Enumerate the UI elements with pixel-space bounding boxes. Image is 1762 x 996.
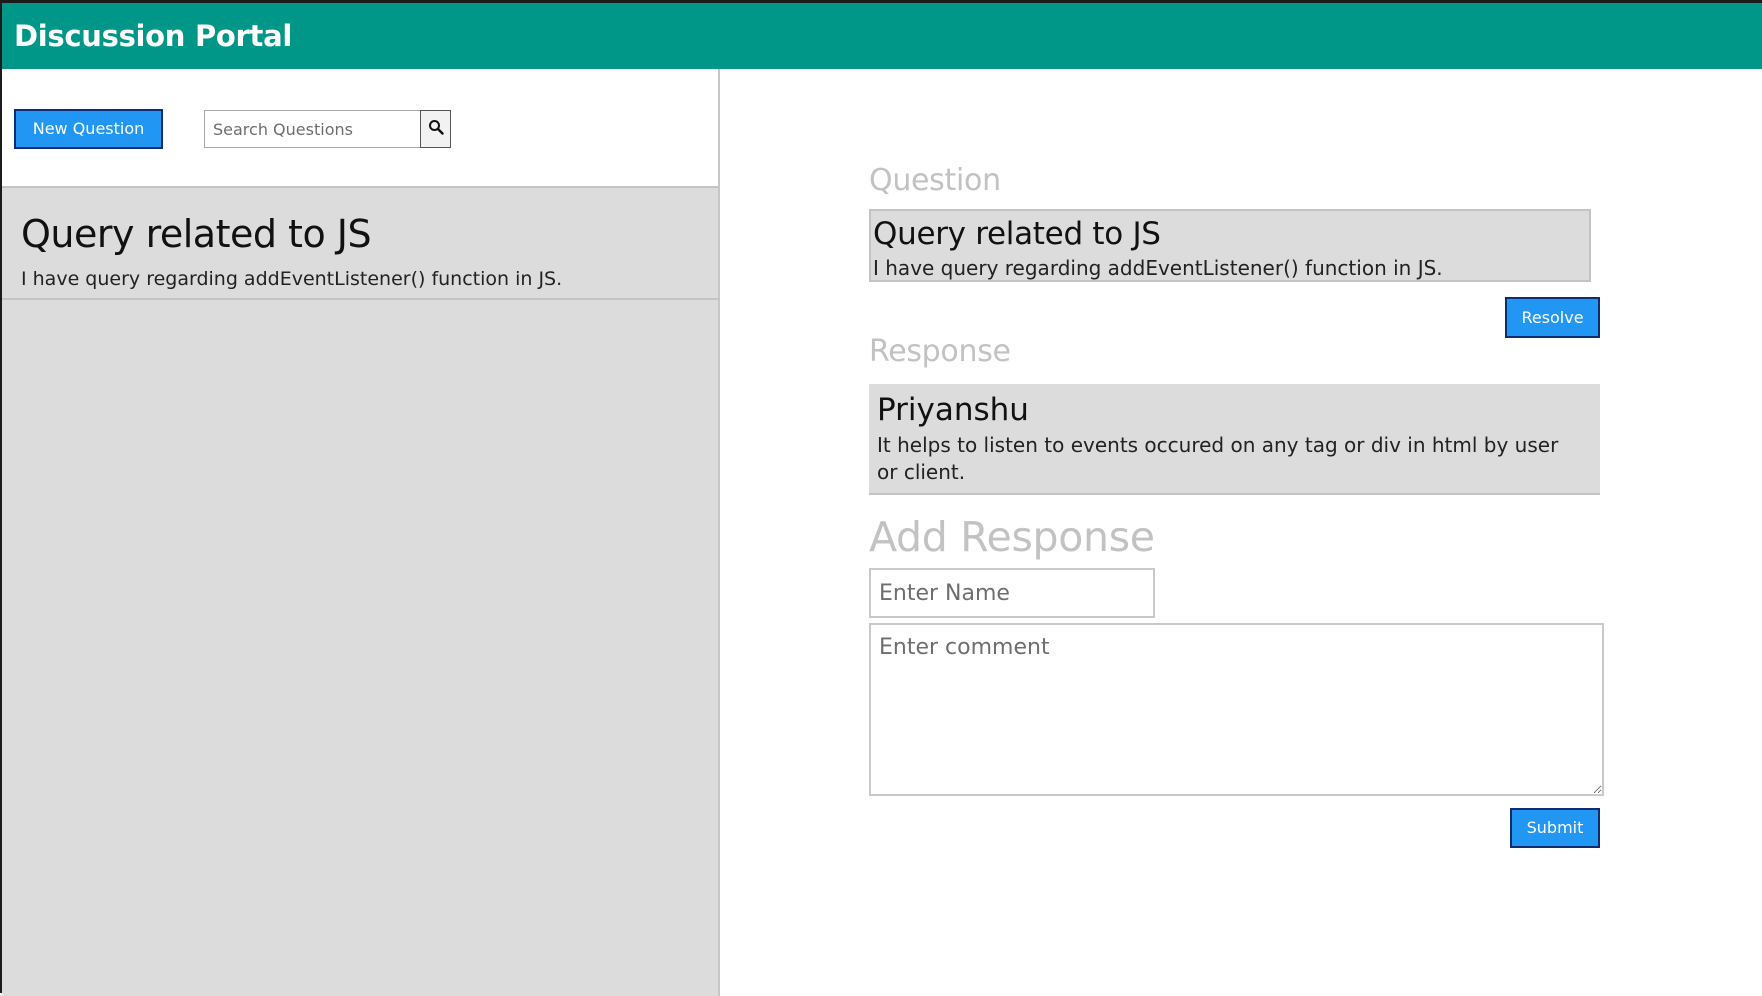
question-section-label: Question [869, 163, 1001, 198]
response-author: Priyanshu [877, 392, 1029, 428]
new-question-button[interactable]: New Question [14, 109, 163, 149]
name-input[interactable] [869, 568, 1155, 618]
question-title: Query related to JS [21, 212, 372, 256]
selected-question-box: Query related to JS I have query regardi… [869, 209, 1591, 282]
comment-textarea[interactable] [869, 623, 1604, 796]
left-toolbar: New Question [2, 69, 718, 188]
search-input[interactable] [204, 110, 421, 148]
selected-question-title: Query related to JS [873, 216, 1161, 252]
app-window: Discussion Portal New Question Query rel… [0, 0, 1762, 996]
response-item: Priyanshu It helps to listen to events o… [869, 384, 1600, 495]
search-button[interactable] [420, 110, 451, 148]
question-list-item[interactable]: Query related to JS I have query regardi… [2, 190, 718, 300]
response-section-label: Response [869, 334, 1011, 369]
app-title: Discussion Portal [14, 19, 292, 53]
header-bar: Discussion Portal [2, 3, 1762, 69]
submit-button[interactable]: Submit [1510, 808, 1600, 848]
response-comment: It helps to listen to events occured on … [877, 433, 1559, 484]
resolve-button[interactable]: Resolve [1505, 297, 1600, 338]
search-icon [428, 119, 444, 139]
question-description: I have query regarding addEventListener(… [21, 268, 563, 290]
add-response-heading: Add Response [869, 513, 1155, 561]
selected-question-description: I have query regarding addEventListener(… [873, 256, 1443, 280]
question-list-panel: New Question Query related to JS I have … [2, 69, 720, 996]
